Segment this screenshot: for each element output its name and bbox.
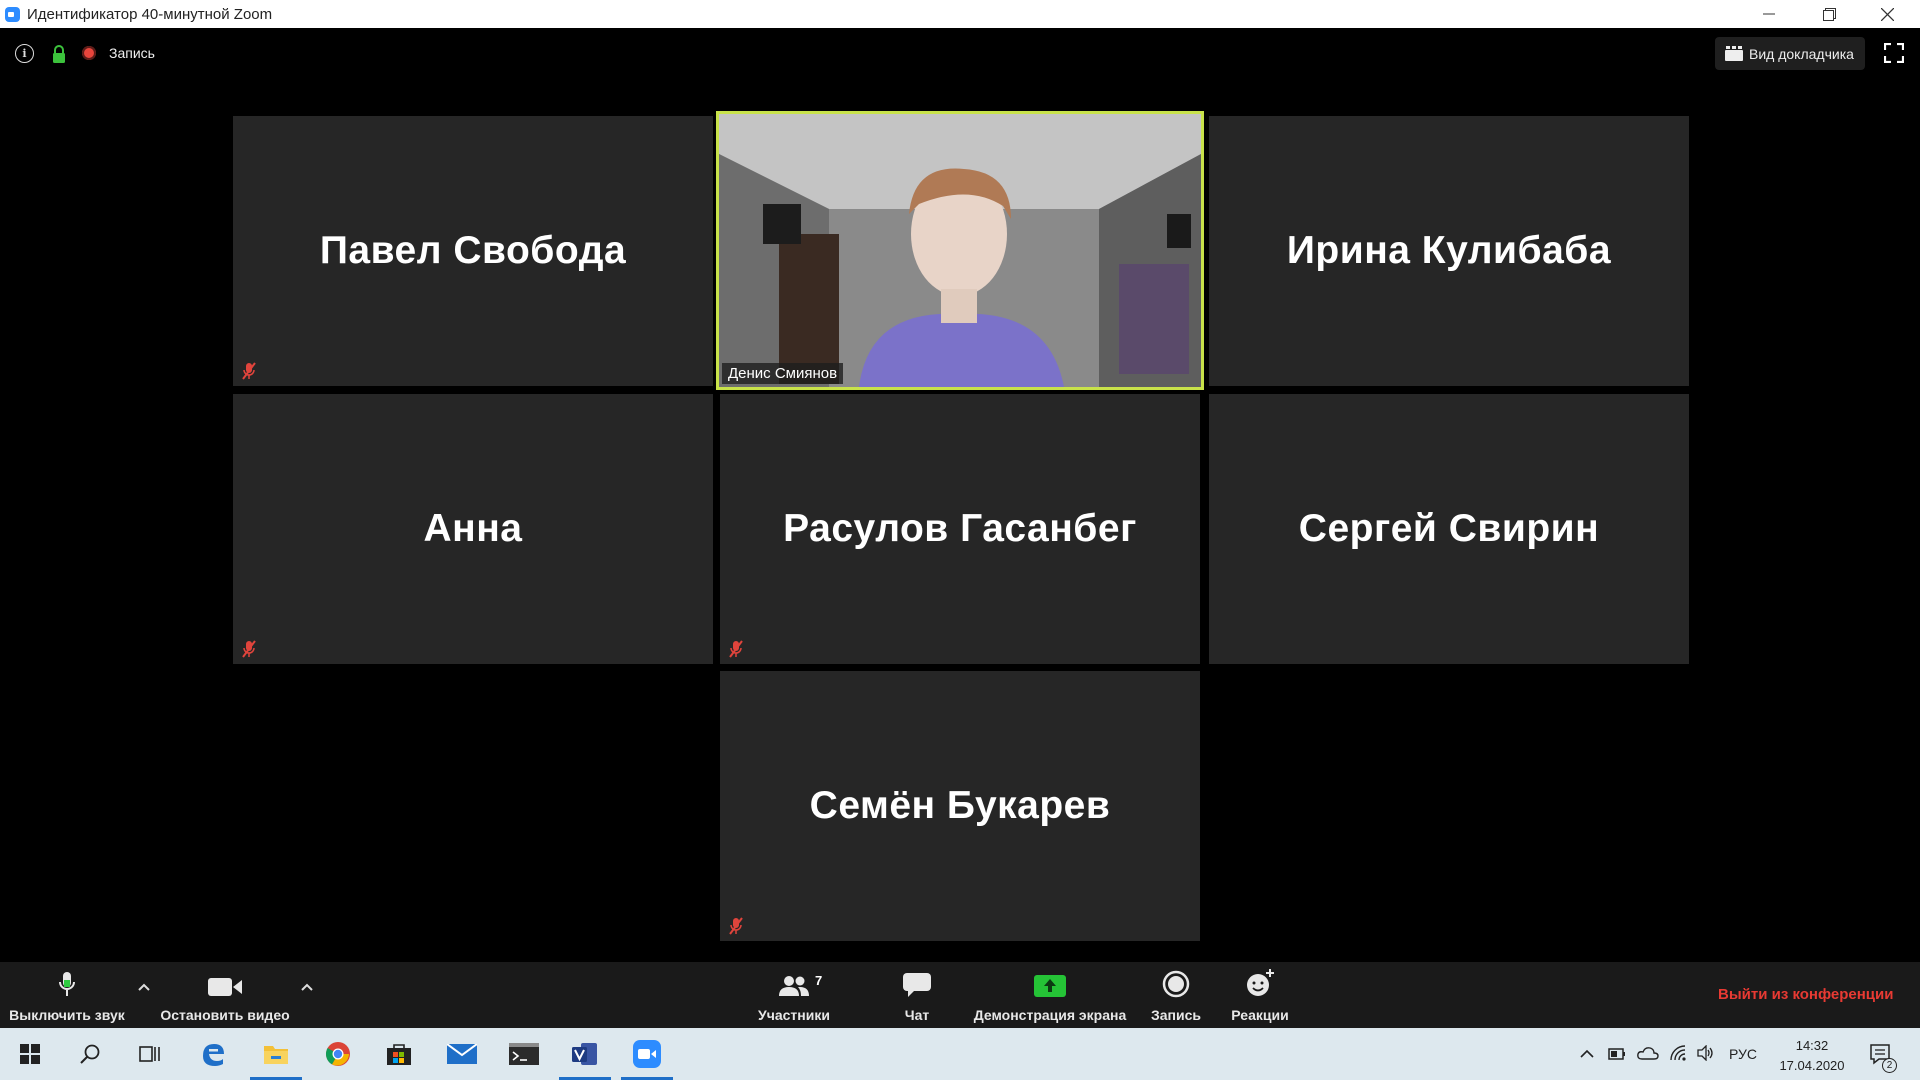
store-icon bbox=[387, 1044, 411, 1065]
speaker-view-button[interactable]: Вид докладчика bbox=[1715, 37, 1865, 70]
record-icon bbox=[1162, 970, 1190, 998]
mute-label: Выключить звук bbox=[9, 1007, 125, 1023]
search-button[interactable] bbox=[60, 1028, 120, 1080]
participants-label: Участники bbox=[758, 1007, 830, 1023]
video-camera-icon bbox=[208, 978, 242, 996]
zoom-app-icon bbox=[5, 7, 20, 22]
participant-tile[interactable]: Расулов Гасанбег bbox=[720, 394, 1200, 664]
video-label: Остановить видео bbox=[160, 1007, 290, 1023]
wifi-icon[interactable] bbox=[1669, 1044, 1687, 1062]
volume-icon[interactable] bbox=[1697, 1045, 1715, 1061]
participant-name: Расулов Гасанбег bbox=[783, 507, 1137, 550]
info-icon[interactable]: i bbox=[15, 44, 34, 63]
stop-video-button[interactable]: Остановить видео bbox=[160, 962, 290, 1028]
terminal-icon bbox=[509, 1043, 539, 1065]
leave-meeting-button[interactable]: Выйти из конференции bbox=[1718, 986, 1893, 1003]
minimize-icon bbox=[1763, 13, 1775, 15]
participant-name: Павел Свобода bbox=[319, 229, 627, 272]
share-screen-button[interactable]: Демонстрация экрана bbox=[968, 962, 1132, 1028]
close-icon bbox=[1880, 7, 1894, 21]
task-view-icon bbox=[139, 1046, 160, 1062]
participant-name: Семён Букарев bbox=[809, 784, 1111, 827]
windows-taskbar: РУС 2 bbox=[0, 1028, 1920, 1080]
clock-time: 14:32 bbox=[1795, 1038, 1829, 1053]
microphone-icon bbox=[59, 972, 75, 996]
notifications-count-badge: 2 bbox=[1882, 1058, 1897, 1073]
audio-options-chevron-up-icon[interactable] bbox=[137, 982, 151, 992]
taskbar-app-chrome[interactable] bbox=[308, 1028, 368, 1080]
video-options-chevron-up-icon[interactable] bbox=[300, 982, 314, 992]
mail-icon bbox=[447, 1044, 477, 1064]
taskbar-app-store[interactable] bbox=[369, 1028, 429, 1080]
task-view-button[interactable] bbox=[120, 1028, 180, 1080]
chat-icon bbox=[903, 973, 931, 997]
participant-name: Анна bbox=[423, 507, 523, 550]
show-hidden-icons-chevron-icon[interactable] bbox=[1580, 1049, 1594, 1059]
chat-button[interactable]: Чат bbox=[892, 962, 942, 1028]
taskbar-app-mail[interactable] bbox=[432, 1028, 492, 1080]
lock-icon[interactable] bbox=[51, 45, 67, 63]
muted-mic-icon bbox=[729, 917, 743, 935]
search-icon bbox=[80, 1044, 100, 1064]
record-label: Запись bbox=[1150, 1007, 1201, 1023]
restore-icon bbox=[1822, 7, 1836, 21]
fullscreen-icon[interactable] bbox=[1884, 43, 1904, 63]
minimize-button[interactable] bbox=[1740, 0, 1798, 28]
window-title: Идентификатор 40-минутной Zoom bbox=[27, 6, 273, 23]
speaker-video-frame bbox=[719, 114, 1201, 387]
reactions-button[interactable]: Реакции bbox=[1228, 962, 1292, 1028]
chat-label: Чат bbox=[904, 1007, 930, 1023]
record-button[interactable]: Запись bbox=[1147, 962, 1205, 1028]
taskbar-app-terminal[interactable] bbox=[494, 1028, 554, 1080]
taskbar-app-zoom[interactable] bbox=[617, 1028, 677, 1080]
active-speaker-tile[interactable]: Денис Смиянов bbox=[716, 111, 1204, 390]
input-language-indicator[interactable]: РУС bbox=[1729, 1046, 1757, 1062]
file-explorer-icon bbox=[264, 1046, 288, 1064]
participant-tile[interactable]: Семён Букарев bbox=[720, 671, 1200, 941]
participant-tile[interactable]: Ирина Кулибаба bbox=[1209, 116, 1689, 386]
recording-indicator-icon bbox=[82, 46, 96, 60]
close-button[interactable] bbox=[1858, 0, 1916, 28]
chrome-icon bbox=[325, 1042, 350, 1066]
mute-button[interactable]: Выключить звук bbox=[4, 962, 130, 1028]
meeting-toolbar: Выключить звук Остановить видео Участник… bbox=[0, 962, 1920, 1028]
participant-tile[interactable]: Павел Свобода bbox=[233, 116, 713, 386]
restore-button[interactable] bbox=[1800, 0, 1858, 28]
speaker-view-label: Вид докладчика bbox=[1749, 45, 1854, 62]
zoom-icon bbox=[633, 1040, 661, 1068]
reactions-label: Реакции bbox=[1231, 1007, 1289, 1023]
reactions-icon bbox=[1247, 969, 1274, 996]
share-screen-label: Демонстрация экрана bbox=[973, 1007, 1127, 1023]
start-button[interactable] bbox=[0, 1028, 60, 1080]
taskbar-app-file-explorer[interactable] bbox=[246, 1028, 306, 1080]
participant-name: Ирина Кулибаба bbox=[1286, 229, 1612, 272]
participants-count-badge: 7 bbox=[815, 973, 823, 988]
muted-mic-icon bbox=[729, 640, 743, 658]
participants-button[interactable]: Участники bbox=[752, 962, 836, 1028]
participants-icon bbox=[779, 976, 809, 996]
recording-indicator-label: Запись bbox=[109, 45, 155, 61]
edge-icon bbox=[203, 1044, 224, 1066]
participant-tile[interactable]: Сергей Свирин bbox=[1209, 394, 1689, 664]
speaker-view-icon bbox=[1725, 46, 1743, 61]
share-screen-icon bbox=[1034, 975, 1066, 997]
visio-icon bbox=[572, 1043, 597, 1065]
onedrive-cloud-icon[interactable] bbox=[1637, 1046, 1659, 1060]
window-title-bar: Идентификатор 40-минутной Zoom bbox=[0, 0, 1920, 28]
muted-mic-icon bbox=[242, 640, 256, 658]
system-clock[interactable]: 14:32 17.04.2020 bbox=[1772, 1036, 1852, 1076]
muted-mic-icon bbox=[242, 362, 256, 380]
active-speaker-name: Денис Смиянов bbox=[722, 363, 844, 384]
taskbar-app-edge[interactable] bbox=[183, 1028, 243, 1080]
clock-date: 17.04.2020 bbox=[1779, 1058, 1845, 1073]
participant-tile[interactable]: Анна bbox=[233, 394, 713, 664]
battery-icon[interactable] bbox=[1608, 1045, 1626, 1061]
participant-name: Сергей Свирин bbox=[1298, 507, 1600, 550]
taskbar-app-visio[interactable] bbox=[555, 1028, 615, 1080]
windows-start-icon bbox=[20, 1044, 40, 1064]
